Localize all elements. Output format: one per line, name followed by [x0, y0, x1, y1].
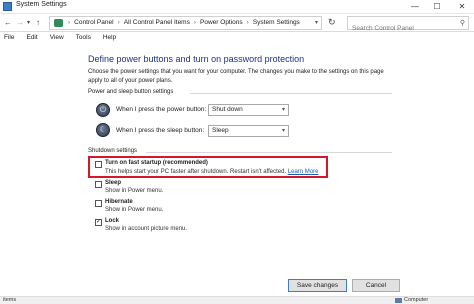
- power-button-icon: [96, 103, 110, 117]
- back-arrow-icon[interactable]: ←: [4, 17, 12, 29]
- chevron-down-icon: ▾: [281, 107, 285, 113]
- menu-bar: File Edit View Tools Help: [0, 32, 474, 44]
- menu-file[interactable]: File: [4, 32, 14, 44]
- status-items: items: [3, 297, 17, 303]
- search-box[interactable]: ⚲: [347, 16, 469, 35]
- menu-help[interactable]: Help: [103, 32, 116, 44]
- power-button-select[interactable]: Shut down ▾: [208, 104, 289, 116]
- sleep-button-icon: [96, 123, 110, 137]
- group-divider: [146, 152, 392, 153]
- menu-edit[interactable]: Edit: [26, 32, 37, 44]
- address-bar: ← → ▾ ↑ › Control Panel › All Control Pa…: [0, 14, 474, 35]
- breadcrumb-separator: ›: [193, 19, 197, 26]
- title-bar: System Settings — ☐ ✕: [0, 0, 474, 14]
- sleep-checkbox[interactable]: [95, 181, 102, 188]
- lock-option-desc: Show in account picture menu.: [105, 226, 188, 232]
- power-button-value: Shut down: [212, 106, 243, 113]
- close-button[interactable]: ✕: [450, 0, 474, 14]
- breadcrumb-system-settings[interactable]: System Settings: [253, 19, 300, 26]
- power-button-label: When I press the power button:: [116, 106, 207, 113]
- minimize-button[interactable]: —: [404, 0, 426, 14]
- sleep-button-label: When I press the sleep button:: [116, 127, 205, 134]
- chevron-down-icon: ▾: [281, 128, 285, 134]
- fast-startup-desc-text: This helps start your PC faster after sh…: [105, 169, 287, 175]
- breadcrumb-power-options[interactable]: Power Options: [200, 19, 243, 26]
- status-bar: items Computer: [0, 296, 474, 304]
- forward-arrow-icon[interactable]: →: [16, 17, 24, 29]
- fast-startup-label: Turn on fast startup (recommended): [105, 160, 208, 166]
- lock-option-label: Lock: [105, 218, 120, 224]
- menu-view[interactable]: View: [50, 32, 64, 44]
- learn-more-link[interactable]: Learn More: [288, 169, 319, 175]
- cancel-button[interactable]: Cancel: [352, 279, 400, 292]
- power-group-label: Power and sleep button settings: [88, 89, 174, 95]
- content-pane: Define power buttons and turn on passwor…: [0, 44, 474, 292]
- control-panel-icon: [54, 19, 63, 27]
- window-title: System Settings: [16, 1, 67, 8]
- refresh-icon[interactable]: ↻: [328, 17, 336, 28]
- breadcrumb-separator: ›: [68, 19, 71, 26]
- breadcrumb-separator: ›: [117, 19, 120, 26]
- hibernate-checkbox[interactable]: [95, 200, 102, 207]
- menu-tools[interactable]: Tools: [76, 32, 91, 44]
- lock-checkbox[interactable]: ✓: [95, 219, 102, 226]
- group-divider: [190, 93, 392, 94]
- save-changes-button[interactable]: Save changes: [288, 279, 347, 292]
- search-icon[interactable]: ⚲: [460, 19, 465, 27]
- sleep-button-value: Sleep: [212, 127, 229, 134]
- sleep-option-desc: Show in Power menu.: [105, 188, 164, 194]
- sleep-button-select[interactable]: Sleep ▾: [208, 125, 289, 137]
- maximize-button[interactable]: ☐: [426, 0, 448, 14]
- sleep-option-label: Sleep: [105, 180, 122, 186]
- breadcrumb-separator: ›: [246, 19, 249, 26]
- breadcrumb-all-items[interactable]: All Control Panel Items: [124, 19, 190, 26]
- hibernate-option-label: Hibernate: [105, 199, 133, 205]
- chevron-down-icon[interactable]: ▾: [315, 19, 318, 26]
- page-description: Choose the power settings that you want …: [88, 69, 384, 84]
- status-computer: Computer: [404, 297, 429, 303]
- system-settings-icon: [3, 2, 12, 11]
- fast-startup-desc: This helps start your PC faster after sh…: [105, 169, 318, 175]
- computer-icon: [395, 298, 402, 303]
- recent-locations-icon[interactable]: ▾: [27, 17, 30, 29]
- breadcrumb[interactable]: › Control Panel › All Control Panel Item…: [49, 16, 322, 30]
- fast-startup-checkbox[interactable]: [95, 161, 102, 168]
- breadcrumb-control-panel[interactable]: Control Panel: [74, 19, 113, 26]
- page-title: Define power buttons and turn on passwor…: [88, 54, 305, 64]
- up-arrow-icon[interactable]: ↑: [36, 17, 40, 29]
- hibernate-option-desc: Show in Power menu.: [105, 207, 164, 213]
- shutdown-group-label: Shutdown settings: [88, 148, 138, 154]
